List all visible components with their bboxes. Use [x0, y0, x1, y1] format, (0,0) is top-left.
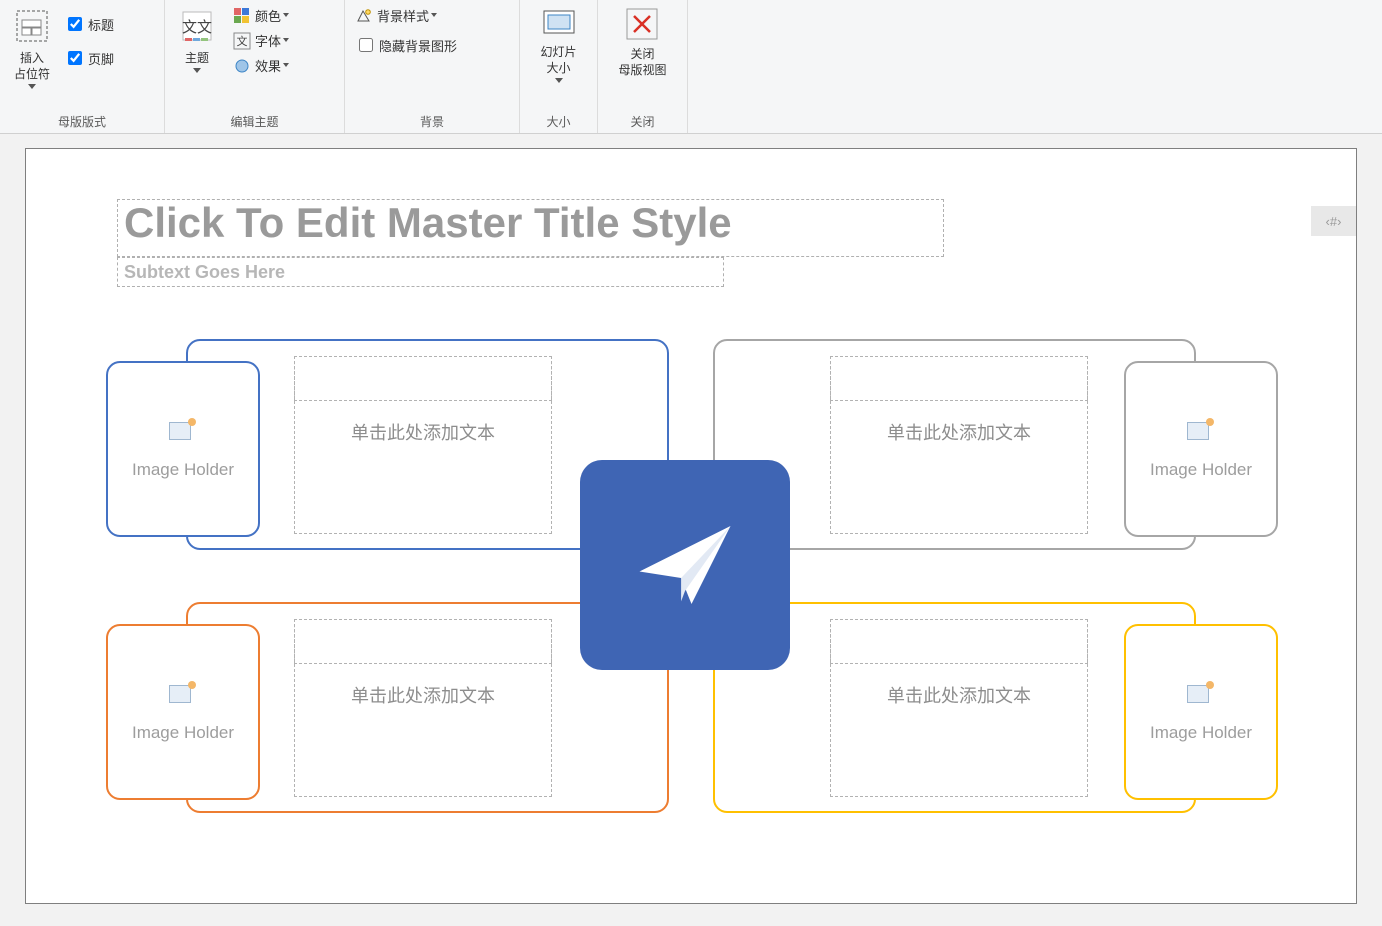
text-placeholder-hint: 单击此处添加文本 — [831, 419, 1087, 445]
bg-styles-label: 背景样式 — [377, 6, 429, 25]
chevron-down-icon — [28, 84, 36, 90]
text-placeholder-hint: 单击此处添加文本 — [831, 682, 1087, 708]
slide-size-button[interactable]: 幻灯片 大小 — [533, 2, 585, 84]
svg-text:文: 文 — [237, 34, 248, 48]
themes-label: 主题 — [185, 50, 209, 66]
ribbon-group-label: 母版版式 — [6, 113, 158, 131]
ribbon-group-label: 编辑主题 — [171, 113, 338, 131]
image-placeholder-yellow[interactable]: Image Holder — [1124, 624, 1278, 800]
text-placeholder-gray[interactable]: 单击此处添加文本 — [830, 356, 1088, 534]
center-paper-plane-shape[interactable] — [580, 460, 790, 670]
chevron-down-icon — [283, 63, 291, 69]
chevron-down-icon — [283, 38, 291, 44]
effects-button[interactable]: 效果 — [229, 54, 295, 77]
title-checkbox[interactable] — [68, 17, 82, 31]
slide-size-icon — [539, 6, 579, 40]
image-placeholder-gray[interactable]: Image Holder — [1124, 361, 1278, 537]
slide-size-label: 幻灯片 大小 — [540, 44, 576, 76]
placeholder-grid-icon — [12, 6, 52, 46]
effects-label: 效果 — [255, 56, 281, 75]
picture-icon — [169, 418, 197, 442]
text-placeholder-blue[interactable]: 单击此处添加文本 — [294, 356, 552, 534]
picture-icon — [1187, 681, 1215, 705]
paper-plane-icon — [620, 500, 750, 630]
chevron-down-icon — [193, 68, 201, 74]
close-master-view-label: 关闭 母版视图 — [618, 46, 666, 78]
image-holder-label: Image Holder — [132, 723, 234, 743]
image-placeholder-blue[interactable]: Image Holder — [106, 361, 260, 537]
slide-canvas[interactable]: Click To Edit Master Title Style Subtext… — [25, 148, 1357, 904]
footer-checkbox[interactable] — [68, 51, 82, 65]
master-subtitle-placeholder[interactable]: Subtext Goes Here — [117, 257, 724, 287]
chevron-down-icon — [283, 13, 291, 19]
hide-bg-graphics-row[interactable]: 隐藏背景图形 — [355, 35, 457, 55]
close-master-view-button[interactable]: 关闭 母版视图 — [612, 2, 672, 78]
ribbon-group-close: 关闭 母版视图 关闭 — [598, 0, 688, 133]
picture-icon — [169, 681, 197, 705]
fonts-icon: 文 — [233, 32, 251, 50]
hide-bg-graphics-label: 隐藏背景图形 — [379, 36, 457, 55]
text-placeholder-hint: 单击此处添加文本 — [295, 419, 551, 445]
image-holder-label: Image Holder — [132, 460, 234, 480]
themes-icon: 文文 — [177, 6, 217, 46]
image-holder-label: Image Holder — [1150, 723, 1252, 743]
footer-checkbox-row[interactable]: 页脚 — [64, 48, 114, 68]
ribbon-group-background: 背景样式 隐藏背景图形 背景 — [345, 0, 520, 133]
title-checkbox-label: 标题 — [88, 15, 114, 34]
footer-checkbox-label: 页脚 — [88, 49, 114, 68]
insert-placeholder-label: 插入 占位符 — [14, 50, 50, 82]
text-placeholder-hint: 单击此处添加文本 — [295, 682, 551, 708]
ribbon-group-label: 大小 — [526, 113, 591, 131]
close-icon — [624, 6, 660, 42]
slide-number-placeholder[interactable]: ‹#› — [1311, 206, 1356, 236]
text-placeholder-header — [830, 619, 1088, 664]
hide-bg-graphics-checkbox[interactable] — [359, 38, 373, 52]
bg-styles-icon — [355, 7, 373, 25]
text-placeholder-yellow[interactable]: 单击此处添加文本 — [830, 619, 1088, 797]
chevron-down-icon — [431, 13, 439, 19]
picture-icon — [1187, 418, 1215, 442]
effects-icon — [233, 57, 251, 75]
ribbon-spacer — [688, 0, 1382, 133]
colors-button[interactable]: 颜色 — [229, 4, 295, 27]
fonts-label: 字体 — [255, 31, 281, 50]
text-placeholder-header — [294, 356, 552, 401]
ribbon-group-master-layout: 插入 占位符 标题 页脚 母版版式 — [0, 0, 165, 133]
ribbon: 插入 占位符 标题 页脚 母版版式 文文 — [0, 0, 1382, 134]
colors-icon — [233, 7, 251, 25]
colors-label: 颜色 — [255, 6, 281, 25]
text-placeholder-header — [294, 619, 552, 664]
insert-placeholder-button[interactable]: 插入 占位符 — [6, 2, 58, 90]
ribbon-group-label: 背景 — [351, 113, 513, 131]
themes-button[interactable]: 文文 主题 — [171, 2, 223, 74]
chevron-down-icon — [555, 78, 563, 84]
text-placeholder-header — [830, 356, 1088, 401]
ribbon-group-edit-theme: 文文 主题 颜色 文 — [165, 0, 345, 133]
image-holder-label: Image Holder — [1150, 460, 1252, 480]
ribbon-group-label: 关闭 — [604, 113, 681, 131]
ribbon-group-size: 幻灯片 大小 大小 — [520, 0, 598, 133]
text-placeholder-orange[interactable]: 单击此处添加文本 — [294, 619, 552, 797]
master-title-placeholder[interactable]: Click To Edit Master Title Style — [117, 199, 944, 257]
image-placeholder-orange[interactable]: Image Holder — [106, 624, 260, 800]
title-checkbox-row[interactable]: 标题 — [64, 14, 114, 34]
fonts-button[interactable]: 文 字体 — [229, 29, 295, 52]
bg-styles-button[interactable]: 背景样式 — [351, 4, 461, 27]
svg-text:文文: 文文 — [182, 19, 212, 36]
